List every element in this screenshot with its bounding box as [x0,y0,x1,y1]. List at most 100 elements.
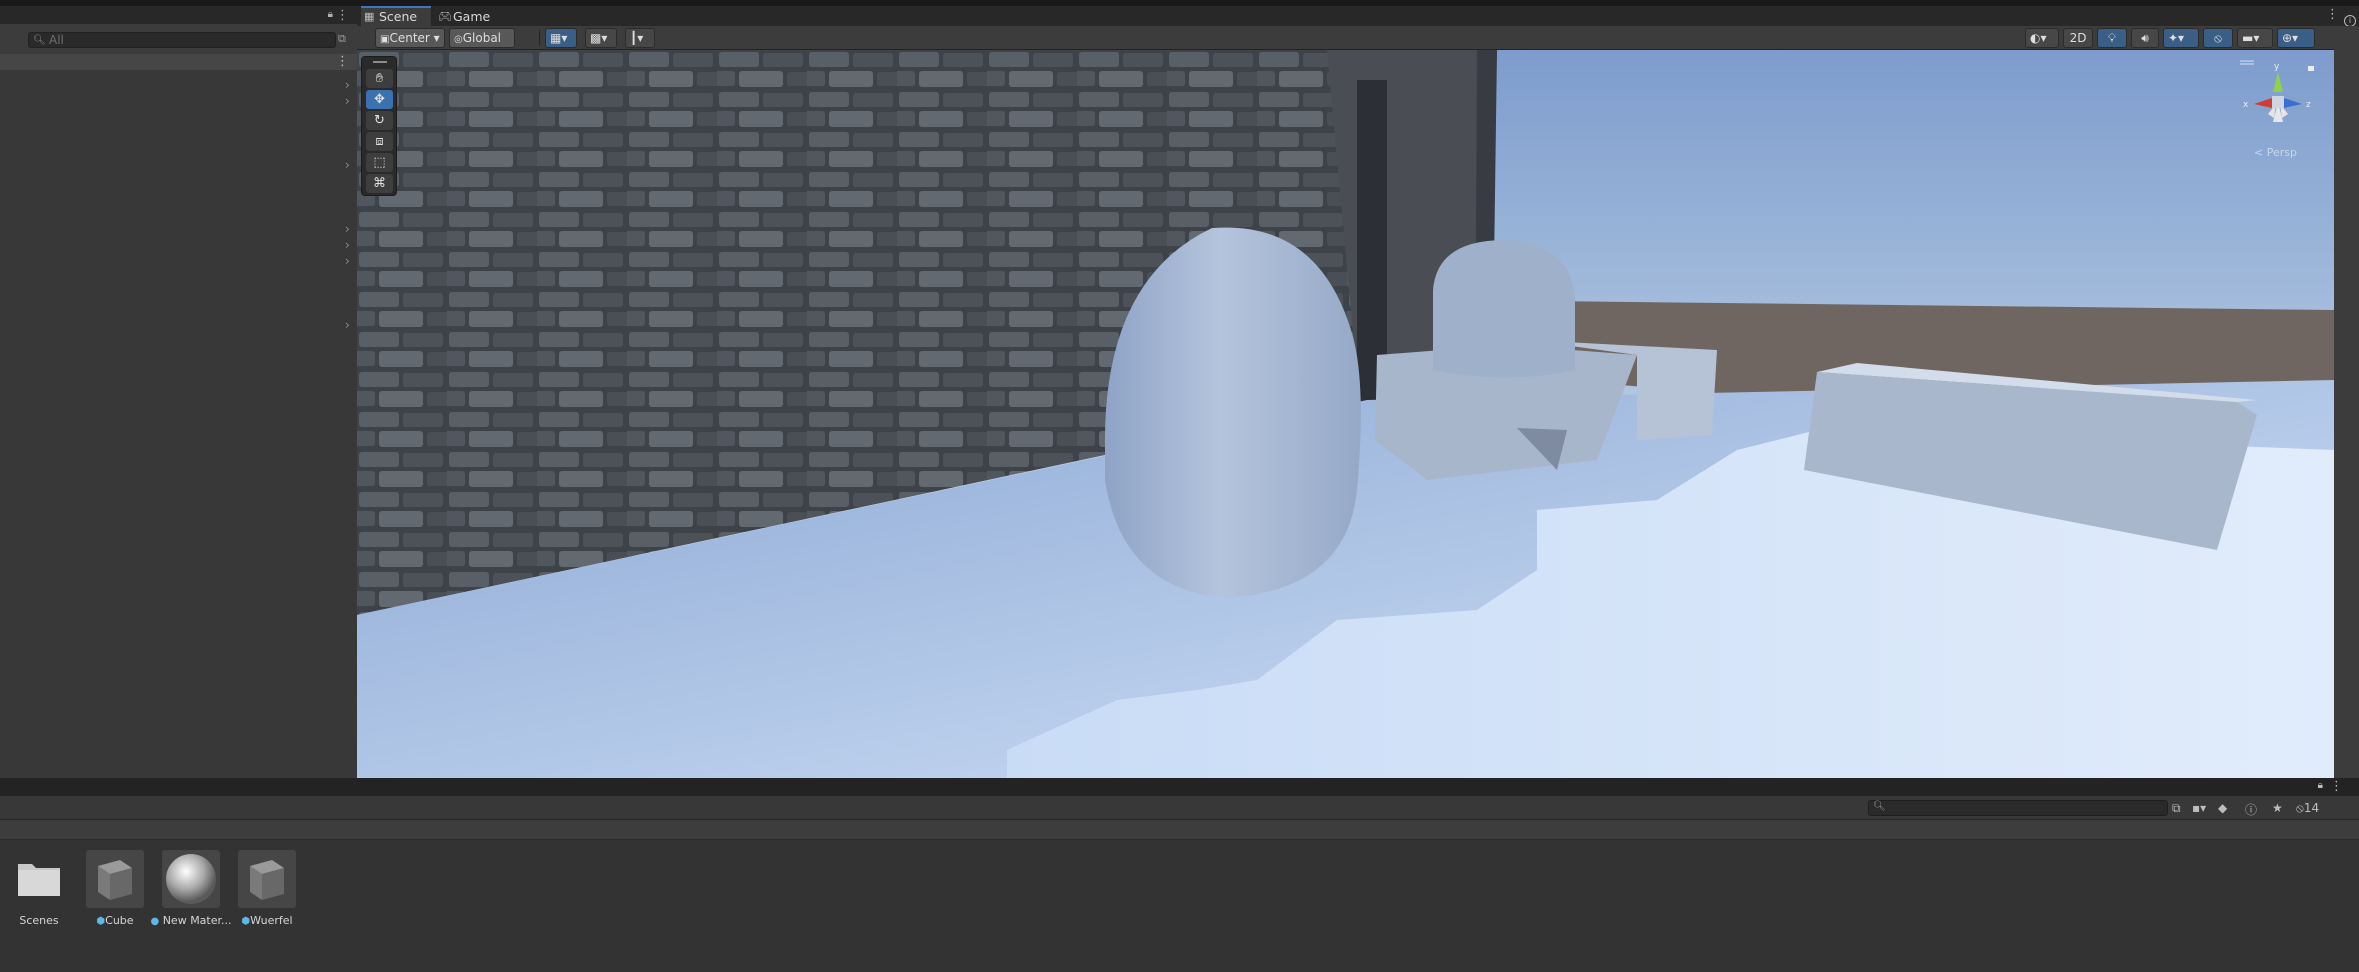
material-dot-icon: ● [150,916,160,927]
project-assets-grid: Scenes ⬢Cube ● New Mater... ⬢Wuerfel [0,840,2359,972]
project-search-input[interactable]: 🔍︎ [1868,800,2168,816]
hierarchy-search-input[interactable]: 🔍︎ All [28,32,336,48]
project-tabbar: 🔒︎ ⋮ [0,778,2359,796]
rotate-icon: ↻ [374,113,385,128]
toolbar-separator [539,30,540,46]
eye-slash-icon: ⦸ [2296,801,2304,815]
expand-chevron-icon[interactable]: › [345,238,350,252]
draw-mode-dropdown[interactable]: ◐▾ [2025,28,2059,48]
grid-icon: ▦ [364,10,375,23]
grid-snap-toggle[interactable]: ▦▾ [545,28,577,48]
inspector-collapsed-strip [2334,26,2359,778]
pivot-rotation-dropdown[interactable]: ◎Global ▾ [449,28,515,65]
rect-tool-button[interactable]: ⬚ [366,153,393,172]
kebab-menu-icon[interactable]: ⋮ [2330,779,2343,794]
search-icon: 🔍︎ [1873,801,1886,812]
search-by-type-icon[interactable]: ⧉ [338,32,352,46]
gizmos-dropdown[interactable]: ⊕▾ [2277,28,2315,48]
kebab-menu-icon[interactable]: ⋮ [2326,7,2339,22]
gizmo-z-label: z [2306,100,2311,110]
effects-icon: ✦▾ [2168,31,2185,45]
hierarchy-tabbar: 🔒︎ ⋮ [0,6,357,24]
search-by-label-icon[interactable]: ▪▾ [2192,801,2206,815]
hierarchy-scene-row[interactable]: ⋮ [0,54,357,70]
gizmo-globe-icon: ⊕▾ [2282,31,2299,45]
asset-label: Cube [105,914,134,927]
projection-label: < Persp [2254,146,2297,159]
asset-item[interactable]: ● New Mater... [150,850,232,940]
rotate-tool-button[interactable]: ↻ [366,111,393,130]
audio-toggle[interactable]: 🔊︎ [2131,28,2159,48]
asset-item[interactable]: ⬢Cube [80,850,150,940]
expand-chevron-icon[interactable]: › [345,158,350,172]
lighting-toggle[interactable]: 💡︎ [2097,28,2127,48]
gizmo-y-label: y [2274,62,2280,72]
pivot-mode-dropdown[interactable]: ▣Center ▾ [375,28,445,48]
hierarchy-search-row: 🔍︎ All ⧉ [0,24,357,54]
move-arrows-icon: ✥ [374,92,385,107]
scale-icon: ⧈ [375,134,384,149]
project-toolbar: 🔍︎ ⧉ ▪▾ ◆ ⓘ ★ ⦸14 [0,796,2359,820]
tab-game[interactable]: 🎮︎ Game [435,8,505,26]
expand-chevron-icon[interactable]: › [345,318,350,332]
camera-settings-dropdown[interactable]: ▬▾ [2237,28,2273,48]
transform-icon: ⌘ [373,176,386,191]
lock-icon[interactable]: 🔒︎ [328,9,333,20]
expand-chevron-icon[interactable]: › [345,254,350,268]
scene-viewport[interactable] [357,50,2334,778]
projection-toggle[interactable]: < Persp [2254,146,2297,159]
eye-slash-icon: ⦸ [2214,31,2222,45]
hand-tool-button[interactable]: ✋︎ [366,69,393,88]
snap-icon: ▩▾ [590,31,608,45]
align-icon: ┃▾ [630,31,644,45]
camera-icon: ▬▾ [2242,31,2260,45]
scale-tool-button[interactable]: ⧈ [366,132,393,151]
search-by-type-icon[interactable]: ⧉ [2172,801,2181,816]
expand-chevron-icon[interactable]: › [345,94,350,108]
scene-tabbar: ▦ Scene 🎮︎ Game ⋮ i [357,6,2359,27]
transform-tool-button[interactable]: ⌘ [366,174,393,193]
gizmo-y-axis[interactable] [2273,72,2283,92]
gizmo-x-label: x [2243,100,2249,110]
tab-game-label: Game [453,9,491,24]
cube-thumbnail [86,850,144,908]
drag-handle[interactable] [373,61,387,63]
hidden-objects-toggle[interactable]: ⦸ [2203,28,2233,48]
search-icon: 🔍︎ [33,35,46,46]
hidden-packages-toggle[interactable]: ⦸14 [2296,801,2319,816]
asset-item[interactable]: ⬢Wuerfel [232,850,302,940]
info-circle-icon[interactable]: ⓘ [2245,801,2257,818]
globe-icon: ◎ [454,34,463,45]
toggle-2d-button[interactable]: 2D [2063,28,2093,48]
effects-dropdown[interactable]: ✦▾ [2163,28,2199,48]
gizmo-z-axis[interactable] [2284,98,2302,108]
scene-menu-icon[interactable]: ⋮ [336,54,349,69]
tab-scene[interactable]: ▦ Scene [361,6,431,26]
asset-label: Wuerfel [250,914,293,927]
tab-scene-label: Scene [379,9,418,24]
hierarchy-panel: 🔒︎ ⋮ 🔍︎ All ⧉ ⋮ › › › › › › › [0,6,357,778]
move-tool-button[interactable]: ✥ [366,90,393,109]
kebab-menu-icon[interactable]: ⋮ [336,8,349,23]
cube-thumbnail [238,850,296,908]
prefab-icon: ⬢ [241,916,251,927]
rect-icon: ⬚ [373,155,386,170]
pivot-mode-label: Center [389,31,430,45]
toggle-2d-label: 2D [2069,31,2087,45]
align-tools-toggle[interactable]: ┃▾ [625,28,655,48]
asset-item[interactable]: Scenes [4,850,74,940]
hidden-count: 14 [2303,801,2320,815]
prefab-icon: ⬢ [96,916,106,927]
tag-icon[interactable]: ◆ [2218,801,2227,815]
expand-chevron-icon[interactable]: › [345,78,350,92]
asset-label: New Mater... [162,914,232,927]
increment-snap-toggle[interactable]: ▩▾ [585,28,617,48]
asset-label-row: ⬢Wuerfel [226,914,308,927]
asset-label-row: ⬢Cube [74,914,156,927]
project-panel: 🔒︎ ⋮ 🔍︎ ⧉ ▪▾ ◆ ⓘ ★ ⦸14 Scenes ⬢Cube ● Ne… [0,778,2359,972]
lock-icon[interactable]: 🔒︎ [2318,780,2323,791]
star-icon[interactable]: ★ [2272,801,2283,815]
search-placeholder: All [49,33,64,47]
gizmo-x-axis[interactable] [2254,98,2272,108]
expand-chevron-icon[interactable]: › [345,222,350,236]
